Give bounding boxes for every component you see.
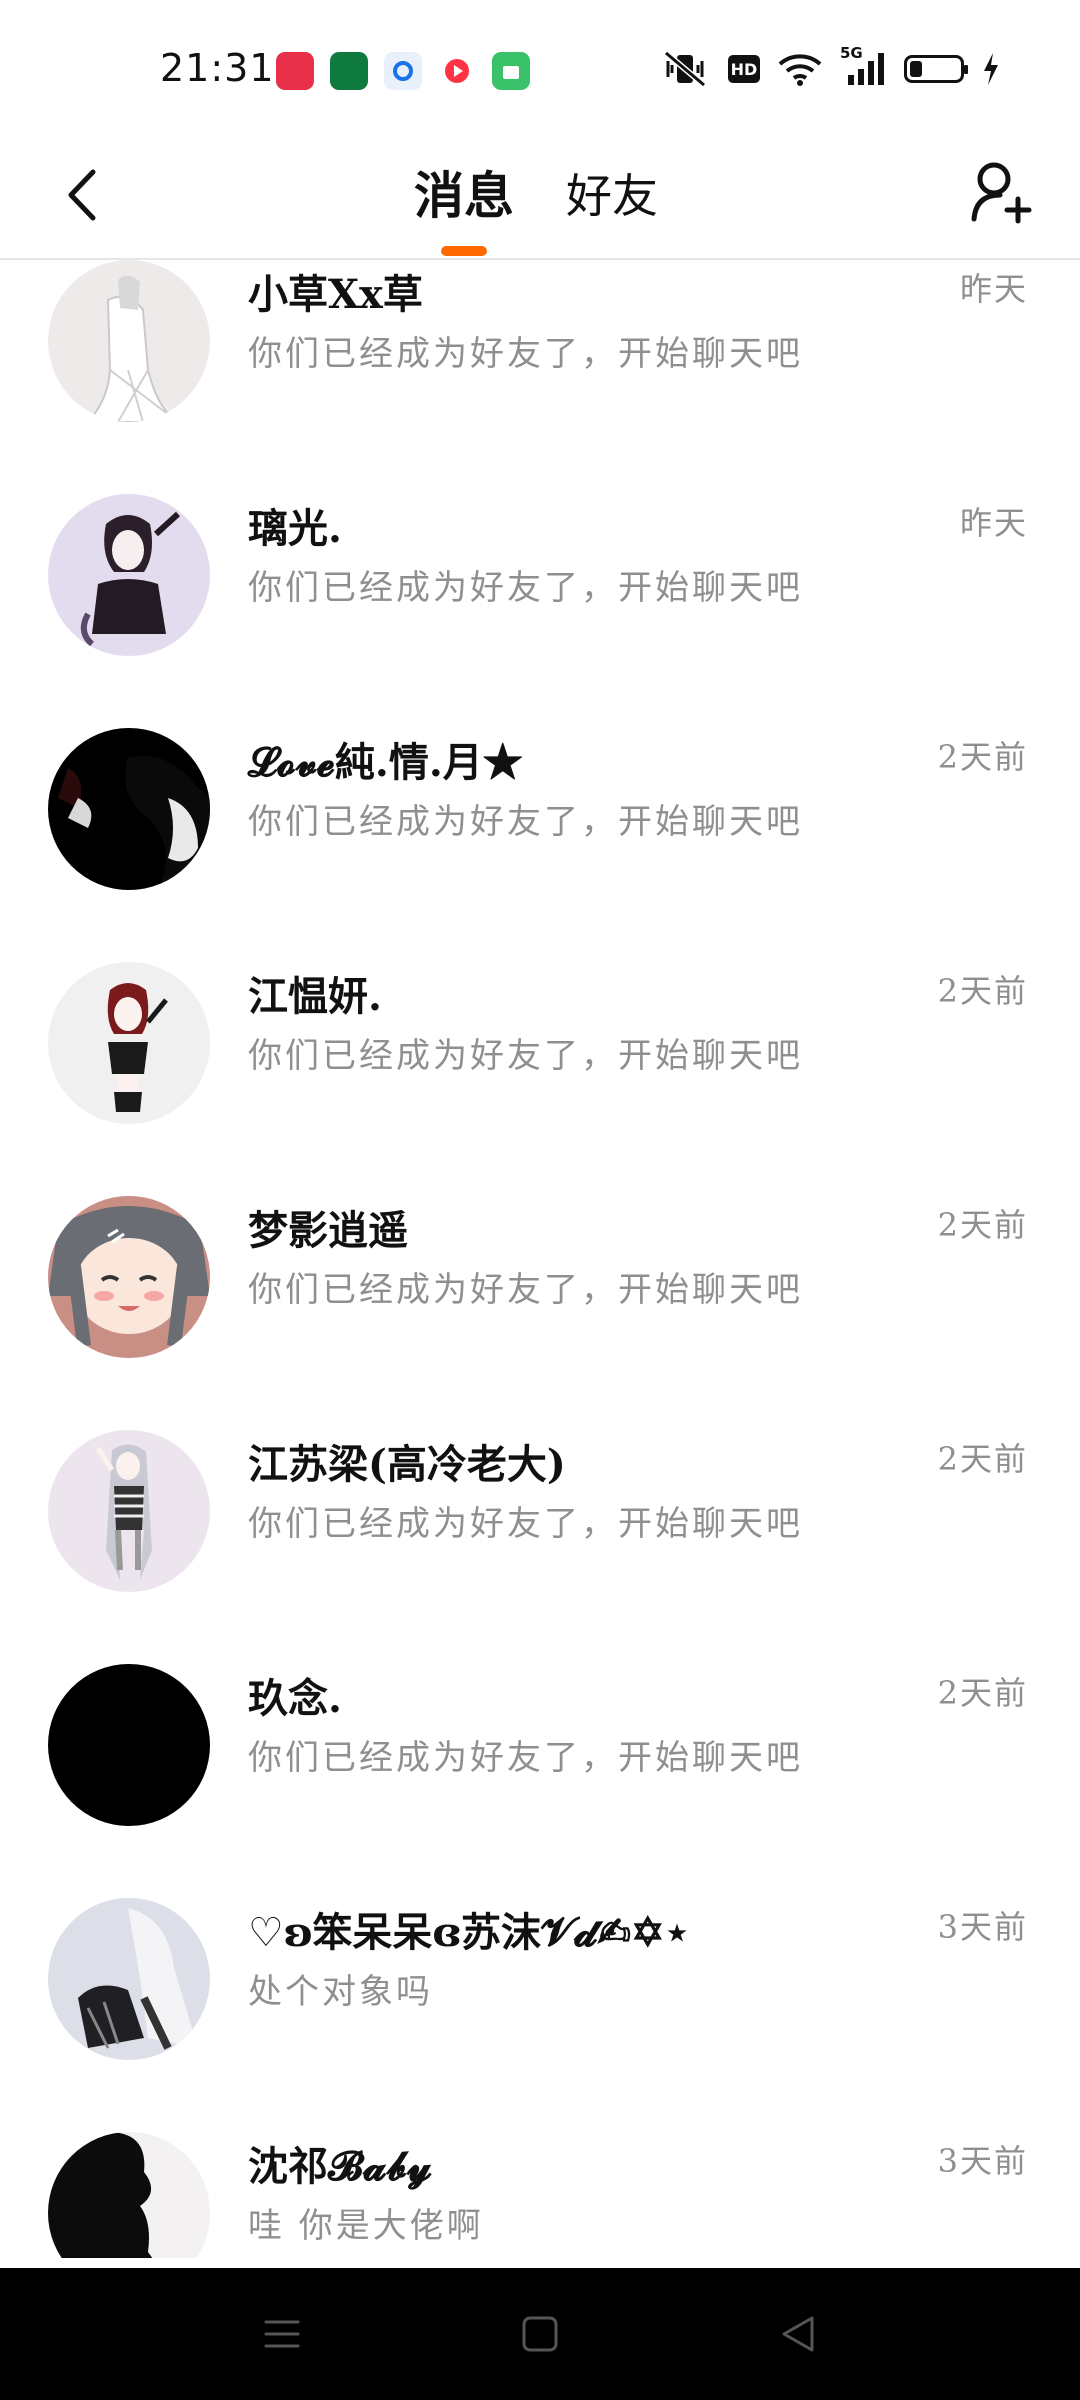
notification-app-icons: [276, 52, 530, 90]
conversation-row[interactable]: 𝓛𝓸𝓿𝓮純.情.月★ 你们已经成为好友了，开始聊天吧 2天前: [0, 702, 1080, 936]
message-preview: 你们已经成为好友了，开始聊天吧: [248, 1270, 803, 1310]
contact-name: 江苏梁(高冷老大): [248, 1441, 566, 1488]
message-preview: 你们已经成为好友了，开始聊天吧: [248, 1504, 803, 1544]
system-status-icons: HD 5G: [660, 44, 1000, 88]
home-square-icon: [522, 2316, 558, 2352]
qq-browser-icon: [384, 52, 422, 90]
avatar[interactable]: [48, 1196, 210, 1358]
conversation-list[interactable]: 小草Xx草 你们已经成为好友了，开始聊天吧 昨天 璃光. 你们已经成为好友了，开…: [0, 260, 1080, 2258]
message-time: 2天前: [937, 1440, 1028, 1478]
contact-name: ♡ʚ笨呆呆ɞ苏沫𝓥𝓭✍︎✡︎⋆: [248, 1909, 690, 1956]
system-back-button[interactable]: [770, 2306, 826, 2362]
avatar[interactable]: [48, 1898, 210, 2060]
contact-name: 璃光.: [248, 505, 342, 552]
message-preview: 哇 你是大佬啊: [248, 2206, 484, 2246]
message-preview: 你们已经成为好友了，开始聊天吧: [248, 568, 803, 608]
avatar[interactable]: [48, 962, 210, 1124]
message-preview: 你们已经成为好友了，开始聊天吧: [248, 1738, 803, 1778]
conversation-row[interactable]: ♡ʚ笨呆呆ɞ苏沫𝓥𝓭✍︎✡︎⋆ 处个对象吗 3天前: [0, 1872, 1080, 2106]
wifi-icon: [778, 50, 822, 88]
active-tab-indicator: [441, 246, 487, 256]
message-time: 2天前: [937, 738, 1028, 776]
avatar[interactable]: [48, 2132, 210, 2258]
contact-name: 梦影逍遥: [248, 1207, 408, 1254]
hd-voice-icon: HD: [728, 55, 760, 83]
message-preview: 你们已经成为好友了，开始聊天吧: [248, 1036, 803, 1076]
video-app-icon: [438, 52, 476, 90]
contact-name: 小草Xx草: [248, 271, 423, 318]
avatar[interactable]: [48, 260, 210, 422]
contact-name: 沈祁𝓑𝓪𝓫𝔂: [248, 2143, 433, 2190]
cellular-signal-icon: 5G: [840, 44, 886, 88]
conversation-row[interactable]: 玖念. 你们已经成为好友了，开始聊天吧 2天前: [0, 1638, 1080, 1872]
message-time: 3天前: [937, 1908, 1028, 1946]
back-button[interactable]: [48, 160, 118, 230]
conversation-row[interactable]: 江愠妍. 你们已经成为好友了，开始聊天吧 2天前: [0, 936, 1080, 1170]
menu-icon: [264, 2320, 300, 2348]
top-header: 消息 好友: [0, 130, 1080, 260]
conversation-row[interactable]: 梦影逍遥 你们已经成为好友了，开始聊天吧 2天前: [0, 1170, 1080, 1404]
system-navigation-bar: [0, 2268, 1080, 2400]
avatar[interactable]: [48, 1664, 210, 1826]
conversation-row[interactable]: 小草Xx草 你们已经成为好友了，开始聊天吧 昨天: [0, 260, 1080, 468]
chevron-left-icon: [68, 169, 96, 221]
message-time: 2天前: [937, 1674, 1028, 1712]
avatar[interactable]: [48, 1430, 210, 1592]
contact-name: 玖念.: [248, 1675, 342, 1722]
message-preview: 你们已经成为好友了，开始聊天吧: [248, 802, 803, 842]
conversation-row[interactable]: 江苏梁(高冷老大) 你们已经成为好友了，开始聊天吧 2天前: [0, 1404, 1080, 1638]
message-time: 2天前: [937, 972, 1028, 1010]
message-time: 3天前: [937, 2142, 1028, 2180]
tab-messages[interactable]: 消息: [414, 156, 514, 228]
oppo-icon: [330, 52, 368, 90]
recent-apps-button[interactable]: [254, 2306, 310, 2362]
message-time: 2天前: [937, 1206, 1028, 1244]
battery-icon: [904, 55, 968, 83]
contact-name: 江愠妍.: [248, 973, 382, 1020]
add-friend-button[interactable]: [962, 152, 1042, 232]
message-time: 昨天: [959, 504, 1028, 542]
status-time: 21:31: [160, 46, 275, 90]
back-triangle-icon: [782, 2316, 814, 2352]
mute-vibrate-icon: [660, 50, 710, 88]
message-preview: 你们已经成为好友了，开始聊天吧: [248, 334, 803, 374]
message-preview: 处个对象吗: [248, 1972, 433, 2012]
app-store-icon: [492, 52, 530, 90]
network-type-label: 5G: [840, 44, 863, 62]
tab-friends[interactable]: 好友: [566, 160, 658, 226]
home-button[interactable]: [512, 2306, 568, 2362]
status-bar: 21:31 HD 5G: [0, 0, 1080, 130]
conversation-row[interactable]: 璃光. 你们已经成为好友了，开始聊天吧 昨天: [0, 468, 1080, 702]
charging-bolt-icon: [982, 50, 1000, 88]
avatar[interactable]: [48, 494, 210, 656]
message-time: 昨天: [959, 270, 1028, 308]
avatar[interactable]: [48, 728, 210, 890]
xiaohongshu-icon: [276, 52, 314, 90]
conversation-row[interactable]: 沈祁𝓑𝓪𝓫𝔂 哇 你是大佬啊 3天前: [0, 2106, 1080, 2258]
add-user-icon: [971, 162, 1032, 224]
contact-name: 𝓛𝓸𝓿𝓮純.情.月★: [248, 739, 523, 786]
